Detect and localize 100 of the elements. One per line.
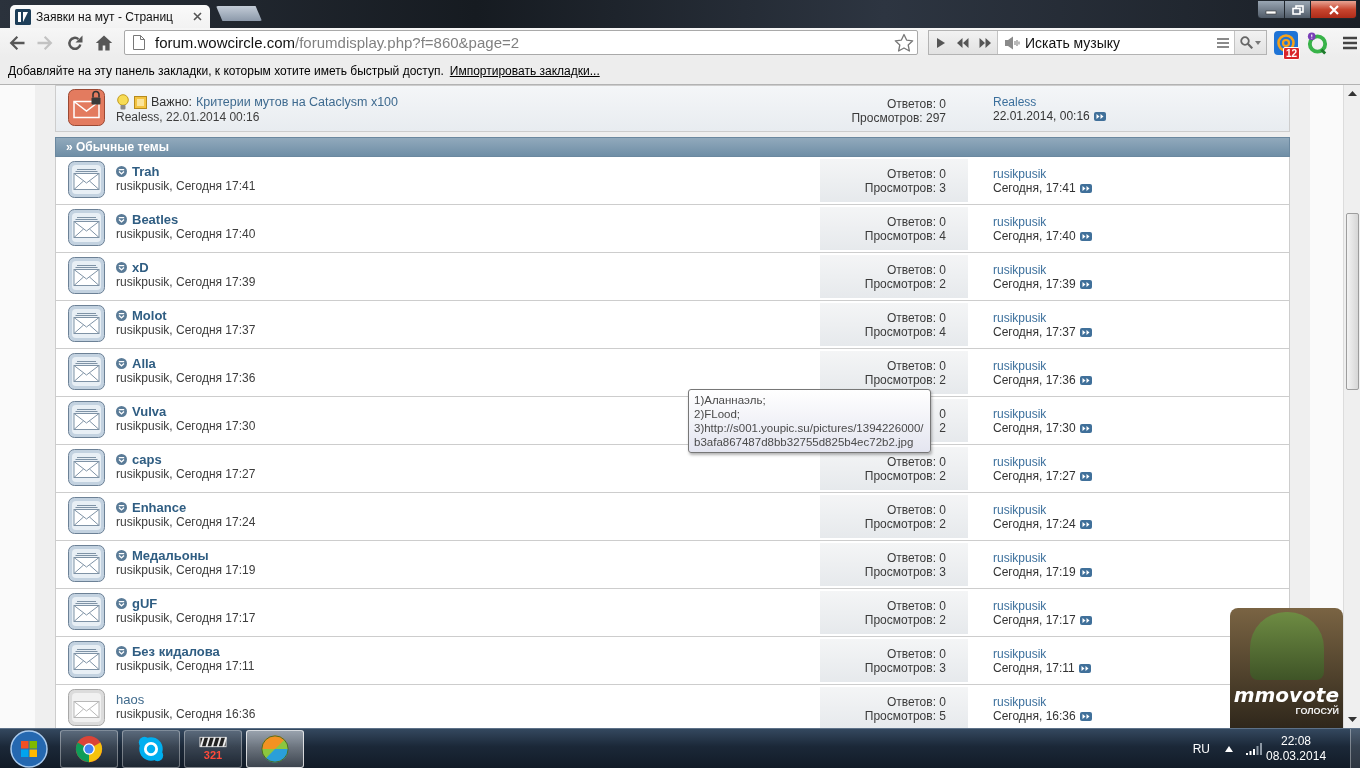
restore-button[interactable]	[1285, 0, 1311, 19]
last-poster-link[interactable]: rusikpusik	[993, 647, 1047, 661]
vote-banner[interactable]: mmovote ГОЛОСУЙ	[1230, 608, 1343, 728]
view-count: Просмотров: 3	[864, 181, 946, 195]
last-poster-link[interactable]: rusikpusik	[993, 359, 1047, 373]
go-to-last-post-icon[interactable]	[1079, 279, 1092, 289]
thread-title-link[interactable]: Vulva	[132, 403, 167, 419]
back-arrow-icon[interactable]	[8, 33, 26, 52]
go-to-last-post-icon[interactable]	[1079, 423, 1092, 433]
list-icon[interactable]	[1217, 36, 1229, 49]
language-indicator[interactable]: RU	[1192, 741, 1210, 756]
last-poster-link[interactable]: rusikpusik	[993, 695, 1047, 709]
rewind-icon[interactable]	[956, 36, 970, 49]
chevron-circle-icon[interactable]	[116, 453, 127, 465]
chevron-circle-icon[interactable]	[116, 549, 127, 561]
last-post-date: Сегодня, 17:27	[993, 469, 1076, 483]
home-icon[interactable]	[95, 33, 113, 52]
thread-title-link[interactable]: Trah	[132, 163, 160, 179]
go-to-last-post-icon[interactable]	[1079, 231, 1092, 241]
go-to-last-post-icon[interactable]	[1079, 615, 1092, 625]
import-bookmarks-link[interactable]: Импортировать закладки...	[449, 63, 600, 78]
taskbar-button[interactable]	[246, 729, 304, 768]
music-search-input[interactable]: Искать музыку	[1025, 33, 1212, 52]
thread-title-link[interactable]: Enhance	[132, 499, 187, 515]
go-to-last-post-icon[interactable]	[1079, 711, 1092, 721]
thread-title-link[interactable]: gUF	[132, 595, 158, 611]
ring-with-tail-icon[interactable]	[1306, 30, 1329, 55]
envelope-icon	[68, 257, 105, 294]
thread-title-link[interactable]: Alla	[132, 355, 156, 371]
up-triangle-icon[interactable]	[1225, 745, 1233, 752]
reply-count: Ответов: 0	[886, 599, 946, 613]
last-poster-link[interactable]: rusikpusik	[993, 407, 1047, 421]
envelope-icon	[68, 593, 105, 630]
go-to-last-post-icon[interactable]	[1079, 519, 1092, 529]
close-button[interactable]	[1311, 0, 1357, 19]
thread-title-link[interactable]: Molot	[132, 307, 167, 323]
reply-count: Ответов: 0	[886, 647, 946, 661]
clapperboard-icon	[199, 736, 227, 748]
star-icon[interactable]	[894, 32, 914, 53]
chevron-circle-icon[interactable]	[116, 645, 127, 657]
envelope-icon	[68, 401, 105, 438]
show-desktop-button[interactable]	[1350, 728, 1360, 768]
chevron-circle-icon[interactable]	[116, 357, 127, 369]
thread-title-link[interactable]: Без кидалова	[132, 643, 220, 659]
thread-title-link[interactable]: caps	[132, 451, 162, 467]
last-poster-link[interactable]: rusikpusik	[993, 599, 1047, 613]
go-to-last-post-icon[interactable]	[1079, 327, 1092, 337]
music-search-field[interactable]: Искать музыку	[997, 31, 1235, 54]
start-button[interactable]	[9, 728, 49, 768]
thread-title-link[interactable]: xD	[132, 259, 149, 275]
thread-title-link[interactable]: haos	[116, 691, 145, 707]
menu-icon[interactable]	[1343, 35, 1357, 50]
last-poster-link[interactable]: rusikpusik	[993, 215, 1047, 229]
last-poster-link[interactable]: rusikpusik	[993, 551, 1047, 565]
scroll-up-icon[interactable]	[1347, 91, 1357, 96]
go-to-last-post-icon[interactable]	[1079, 471, 1092, 481]
taskbar-button[interactable]	[60, 729, 118, 768]
chevron-circle-icon[interactable]	[116, 213, 127, 225]
minimize-button[interactable]	[1257, 0, 1285, 19]
taskbar-button[interactable]: 321	[184, 729, 242, 768]
chevron-circle-icon[interactable]	[116, 405, 127, 417]
chevron-circle-icon[interactable]	[116, 597, 127, 609]
last-poster-link[interactable]: rusikpusik	[993, 311, 1047, 325]
new-tab-button[interactable]	[216, 6, 262, 21]
view-count: Просмотров: 4	[864, 229, 946, 243]
go-to-last-post-icon[interactable]	[1093, 111, 1106, 121]
search-icon	[1240, 36, 1253, 49]
last-poster-link[interactable]: Realess	[993, 95, 1037, 109]
reply-count: Ответов: 0	[886, 97, 946, 111]
thread-title-link[interactable]: Критерии мутов на Cataclysm x100	[196, 95, 398, 109]
page-icon	[133, 35, 145, 50]
clock[interactable]: 22:08 08.03.2014	[1266, 733, 1326, 764]
last-poster-link[interactable]: rusikpusik	[993, 455, 1047, 469]
address-field[interactable]: forum.wowcircle.com/forumdisplay.php?f=860&page=2	[124, 30, 918, 55]
browser-tab[interactable]: Заявки на мут - Страниц	[10, 5, 210, 28]
ring-tile-icon[interactable]	[1274, 30, 1298, 55]
scrollbar-thumb[interactable]	[1345, 213, 1359, 390]
go-to-last-post-icon[interactable]	[1079, 567, 1092, 577]
reload-icon[interactable]	[66, 33, 84, 52]
last-poster-link[interactable]: rusikpusik	[993, 263, 1047, 277]
speaker-icon[interactable]	[1004, 35, 1020, 50]
last-poster-link[interactable]: rusikpusik	[993, 503, 1047, 517]
go-to-last-post-icon[interactable]	[1079, 375, 1092, 385]
chevron-circle-icon[interactable]	[116, 501, 127, 513]
chevron-circle-icon[interactable]	[116, 165, 127, 177]
reply-count: Ответов: 0	[886, 695, 946, 709]
chevron-circle-icon[interactable]	[116, 261, 127, 273]
close-icon[interactable]	[193, 12, 202, 21]
signal-bars-icon[interactable]	[1246, 742, 1262, 755]
go-to-last-post-icon[interactable]	[1079, 183, 1092, 193]
fast-forward-icon[interactable]	[979, 36, 993, 49]
last-poster-link[interactable]: rusikpusik	[993, 167, 1047, 181]
reply-count: Ответов: 0	[886, 215, 946, 229]
thread-title-link[interactable]: Медальоны	[132, 547, 209, 563]
thread-title-link[interactable]: Beatles	[132, 211, 179, 227]
scroll-down-icon[interactable]	[1347, 717, 1357, 722]
go-to-last-post-icon[interactable]	[1078, 663, 1091, 673]
sticky-prefix: Важно:	[151, 95, 192, 109]
taskbar-button[interactable]	[122, 729, 180, 768]
chevron-circle-icon[interactable]	[116, 309, 127, 321]
